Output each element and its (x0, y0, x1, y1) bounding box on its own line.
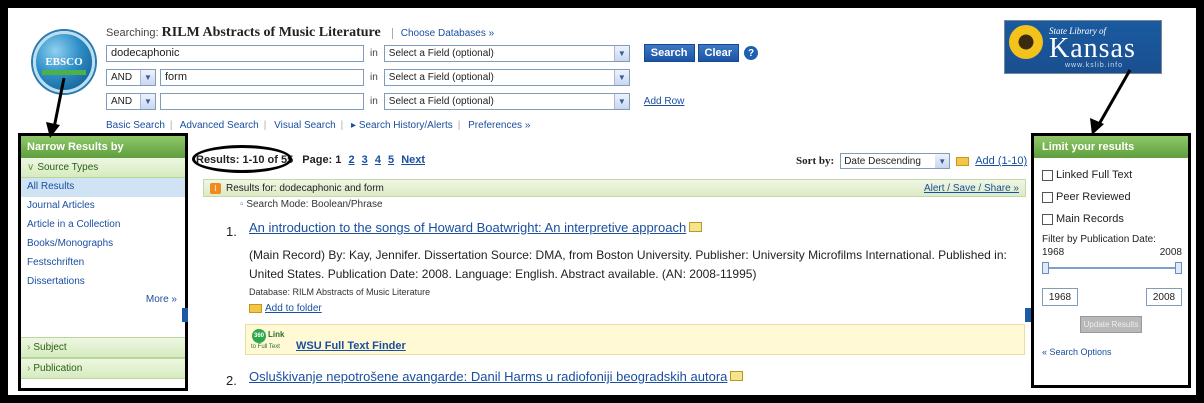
annotation-arrows (46, 69, 1132, 138)
annotation-arrow-left (52, 77, 66, 129)
annotation-arrow-right (1096, 69, 1132, 127)
annotation-arrowhead-left (46, 122, 60, 138)
browser-page: EBSCO State Library of Kansas www.kslib.… (8, 8, 1196, 395)
